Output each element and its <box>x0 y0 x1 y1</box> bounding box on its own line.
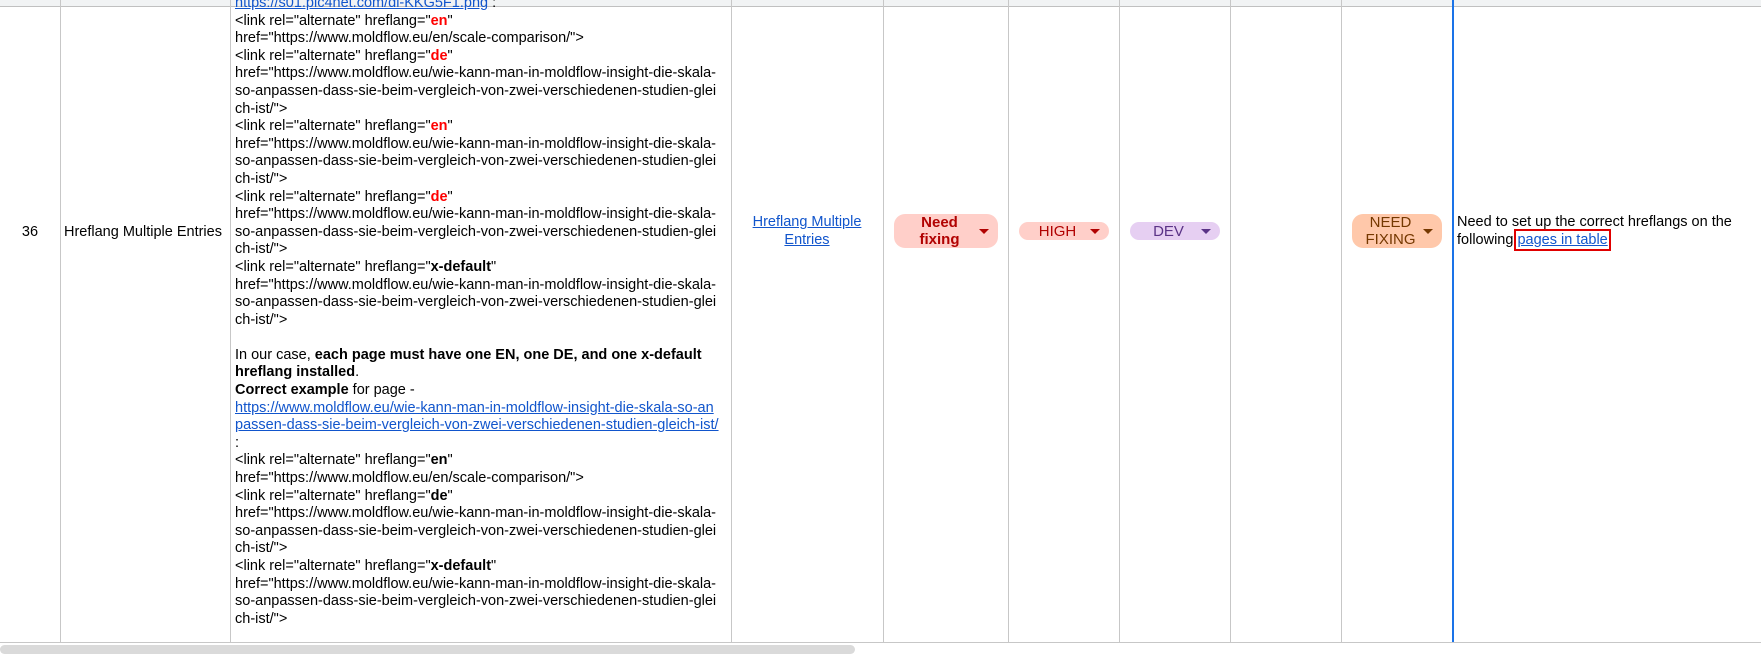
state-label: NEED <box>1369 214 1412 231</box>
status-label: fixing <box>919 231 960 248</box>
column-divider <box>731 0 732 643</box>
state-dropdown-chip[interactable]: NEED FIXING <box>1352 214 1442 248</box>
caret-down-icon <box>1423 228 1433 234</box>
screenshot-link[interactable]: https://s01.pic4net.com/di-KKG5F1.png <box>235 0 488 11</box>
detail-text: : <box>488 0 497 11</box>
column-divider <box>883 0 884 643</box>
detail-text: ch-ist/"> <box>235 610 288 627</box>
detail-text: href="https://www.moldflow.eu/wie-kann-m… <box>235 505 717 522</box>
detail-text: <link rel="alternate" hreflang="de" <box>235 47 453 64</box>
horizontal-scrollbar[interactable] <box>0 645 855 654</box>
detail-text: href="https://www.moldflow.eu/en/scale-c… <box>235 470 584 487</box>
detail-text: ch-ist/"> <box>235 540 288 557</box>
caret-down-icon <box>979 228 989 234</box>
detail-text: so-anpassen-dass-sie-beim-vergleich-von-… <box>235 593 717 610</box>
state-label: FIXING <box>1365 231 1416 248</box>
detail-text: so-anpassen-dass-sie-beim-vergleich-von-… <box>235 223 717 240</box>
detail-text: hreflang installed. <box>235 364 360 381</box>
issue-name-cell[interactable]: Hreflang Multiple Entries <box>64 224 229 240</box>
caret-down-icon <box>1201 228 1211 234</box>
status-dropdown-chip[interactable]: Need fixing <box>894 214 998 248</box>
detail-text: so-anpassen-dass-sie-beim-vergleich-von-… <box>235 153 717 170</box>
detail-text: ch-ist/"> <box>235 311 288 328</box>
team-dropdown-chip[interactable]: DEV <box>1130 222 1220 240</box>
issue-doc-link[interactable]: Hreflang Multiple <box>753 214 862 230</box>
detail-text: <link rel="alternate" hreflang="en" <box>235 12 453 29</box>
detail-text: : <box>235 434 240 451</box>
notes-cell[interactable]: Need to set up the correct hreflangs on … <box>1457 213 1757 251</box>
status-label: Need <box>921 214 958 231</box>
details-cell[interactable]: https://s01.pic4net.com/di-KKG5F1.png : … <box>235 0 727 628</box>
caret-down-icon <box>1090 228 1100 234</box>
selected-cell-border <box>1452 0 1454 643</box>
hreflang-block-current: <link rel="alternate" hreflang="en" href=… <box>235 13 727 330</box>
detail-text: <link rel="alternate" hreflang="de" <box>235 487 453 504</box>
note-text: . <box>1607 232 1612 248</box>
detail-text: ch-ist/"> <box>235 100 288 117</box>
detail-text: so-anpassen-dass-sie-beim-vergleich-von-… <box>235 294 717 311</box>
detail-text: href="https://www.moldflow.eu/en/scale-c… <box>235 30 584 47</box>
detail-text: <link rel="alternate" hreflang="de" <box>235 188 453 205</box>
column-divider <box>1230 0 1231 643</box>
row-number-cell[interactable]: 36 <box>0 224 60 240</box>
detail-text: <link rel="alternate" hreflang="x-defaul… <box>235 258 497 275</box>
detail-text: href="https://www.moldflow.eu/wie-kann-m… <box>235 276 717 293</box>
detail-text: href="https://www.moldflow.eu/wie-kann-m… <box>235 206 717 223</box>
column-divider <box>1119 0 1120 643</box>
detail-text: In our case, each page must have one EN,… <box>235 346 702 363</box>
priority-label: HIGH <box>1038 222 1077 240</box>
detail-text: ch-ist/"> <box>235 241 288 258</box>
detail-text: so-anpassen-dass-sie-beim-vergleich-von-… <box>235 82 717 99</box>
detail-text: <link rel="alternate" hreflang="en" <box>235 118 453 135</box>
detail-text: so-anpassen-dass-sie-beim-vergleich-von-… <box>235 522 717 539</box>
issue-link-cell[interactable]: Hreflang Multiple Entries <box>734 213 880 249</box>
detail-text: href="https://www.moldflow.eu/wie-kann-m… <box>235 135 717 152</box>
detail-text: href="https://www.moldflow.eu/wie-kann-m… <box>235 65 717 82</box>
column-divider <box>1008 0 1009 643</box>
team-label: DEV <box>1153 222 1184 240</box>
issue-doc-link[interactable]: Entries <box>784 232 829 248</box>
detail-text: ch-ist/"> <box>235 170 288 187</box>
priority-dropdown-chip[interactable]: HIGH <box>1019 222 1109 240</box>
pages-in-table-link[interactable]: pages in table <box>1514 229 1611 251</box>
column-divider <box>60 0 61 643</box>
example-page-link[interactable]: https://www.moldflow.eu/wie-kann-man-in-… <box>235 400 714 416</box>
example-page-link[interactable]: passen-dass-sie-beim-vergleich-von-zwei-… <box>235 417 719 433</box>
detail-text: <link rel="alternate" hreflang="en" <box>235 452 453 469</box>
detail-text: <link rel="alternate" hreflang="x-defaul… <box>235 558 497 574</box>
column-divider <box>230 0 231 643</box>
detail-text: Correct example for page - <box>235 382 415 399</box>
detail-text: href="https://www.moldflow.eu/wie-kann-m… <box>235 575 717 592</box>
row-divider <box>0 642 1761 643</box>
column-divider <box>1341 0 1342 643</box>
hreflang-block-correct: <link rel="alternate" hreflang="en" href=… <box>235 452 727 628</box>
